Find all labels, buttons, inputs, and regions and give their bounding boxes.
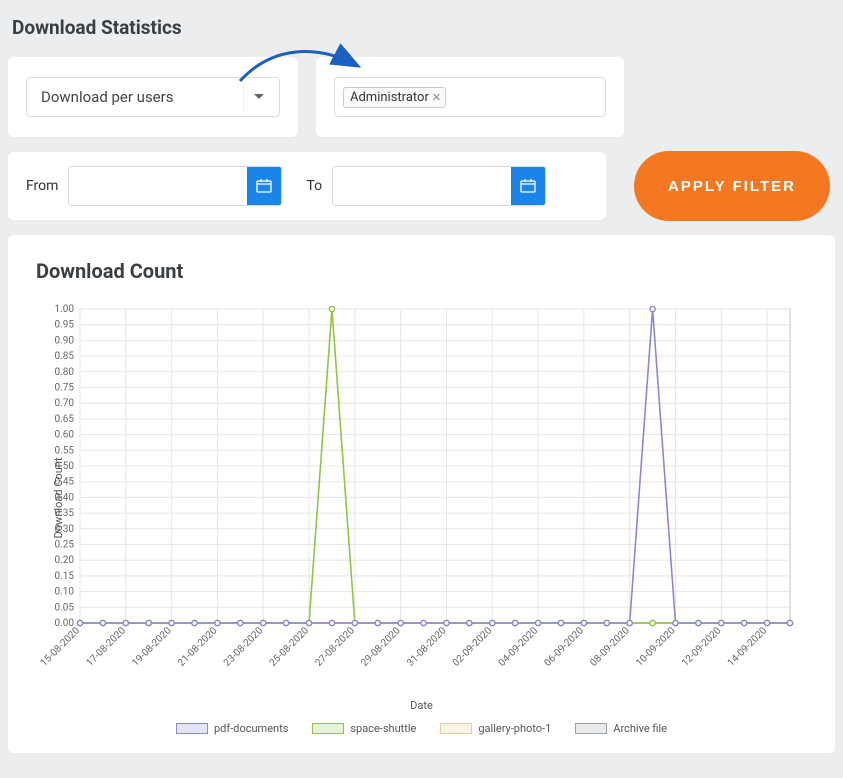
legend-label: pdf-documents <box>214 722 288 735</box>
user-filter-card: Administrator ✕ <box>316 57 624 137</box>
svg-text:23-08-2020: 23-08-2020 <box>222 625 266 669</box>
user-tag: Administrator ✕ <box>343 87 446 108</box>
svg-text:0.85: 0.85 <box>55 351 75 362</box>
svg-text:0.15: 0.15 <box>55 571 75 582</box>
user-tag-label: Administrator <box>350 90 429 105</box>
chevron-down-icon[interactable] <box>243 82 273 112</box>
to-label: To <box>306 178 322 194</box>
svg-text:0.25: 0.25 <box>55 540 75 551</box>
svg-text:0.95: 0.95 <box>55 320 75 331</box>
page-title: Download Statistics <box>12 16 835 39</box>
legend-swatch <box>440 723 472 734</box>
to-date-field[interactable] <box>332 166 546 206</box>
svg-text:31-08-2020: 31-08-2020 <box>405 625 449 669</box>
filter-mode-card: Download per users <box>8 57 298 137</box>
svg-text:08-09-2020: 08-09-2020 <box>588 625 632 669</box>
chart-plot-area: 0.000.050.100.150.200.250.300.350.400.45… <box>36 303 796 693</box>
svg-text:17-08-2020: 17-08-2020 <box>84 625 128 669</box>
user-tag-input[interactable]: Administrator ✕ <box>334 77 606 117</box>
svg-text:0.75: 0.75 <box>55 383 75 394</box>
chart-y-axis-label: Download Count <box>52 458 65 539</box>
legend-label: gallery-photo-1 <box>478 722 551 735</box>
legend-item[interactable]: pdf-documents <box>176 722 288 735</box>
chart-x-axis-label: Date <box>36 699 807 712</box>
from-date-input[interactable] <box>69 167 247 205</box>
svg-text:25-08-2020: 25-08-2020 <box>268 625 312 669</box>
from-label: From <box>26 178 58 194</box>
svg-text:0.80: 0.80 <box>55 367 75 378</box>
legend-swatch <box>575 723 607 734</box>
chart-legend: pdf-documents space-shuttle gallery-photo-… <box>36 722 807 735</box>
svg-text:0.65: 0.65 <box>55 414 75 425</box>
legend-label: Archive file <box>613 722 667 735</box>
svg-text:15-08-2020: 15-08-2020 <box>39 625 83 669</box>
legend-swatch <box>176 723 208 734</box>
legend-item[interactable]: Archive file <box>575 722 667 735</box>
svg-text:12-09-2020: 12-09-2020 <box>680 625 724 669</box>
legend-swatch <box>312 723 344 734</box>
svg-text:0.10: 0.10 <box>55 587 75 598</box>
svg-text:1.00: 1.00 <box>55 304 75 315</box>
svg-text:27-08-2020: 27-08-2020 <box>313 625 357 669</box>
calendar-icon[interactable] <box>247 167 281 205</box>
filter-mode-dropdown[interactable]: Download per users <box>26 77 280 117</box>
chart-card: Download Count Download Count 0.000.050.… <box>8 235 835 753</box>
from-date-field[interactable] <box>68 166 282 206</box>
svg-text:06-09-2020: 06-09-2020 <box>543 625 587 669</box>
svg-text:19-08-2020: 19-08-2020 <box>130 625 174 669</box>
legend-item[interactable]: space-shuttle <box>312 722 416 735</box>
remove-tag-icon[interactable]: ✕ <box>432 91 441 104</box>
legend-label: space-shuttle <box>350 722 416 735</box>
chart-title: Download Count <box>36 259 807 283</box>
filter-mode-selected: Download per users <box>41 88 173 106</box>
svg-text:04-09-2020: 04-09-2020 <box>497 625 541 669</box>
svg-text:14-09-2020: 14-09-2020 <box>726 625 770 669</box>
svg-text:29-08-2020: 29-08-2020 <box>359 625 403 669</box>
svg-text:02-09-2020: 02-09-2020 <box>451 625 495 669</box>
legend-item[interactable]: gallery-photo-1 <box>440 722 551 735</box>
to-date-input[interactable] <box>333 167 511 205</box>
svg-text:0.05: 0.05 <box>55 602 75 613</box>
svg-text:0.60: 0.60 <box>55 430 75 441</box>
svg-text:0.20: 0.20 <box>55 555 75 566</box>
calendar-icon[interactable] <box>511 167 545 205</box>
svg-text:21-08-2020: 21-08-2020 <box>176 625 220 669</box>
svg-text:0.55: 0.55 <box>55 445 75 456</box>
apply-filter-button[interactable]: APPLY FILTER <box>634 151 830 221</box>
svg-text:0.90: 0.90 <box>55 335 75 346</box>
date-filter-card: From To <box>8 152 606 220</box>
svg-text:0.70: 0.70 <box>55 398 75 409</box>
svg-text:10-09-2020: 10-09-2020 <box>634 625 678 669</box>
